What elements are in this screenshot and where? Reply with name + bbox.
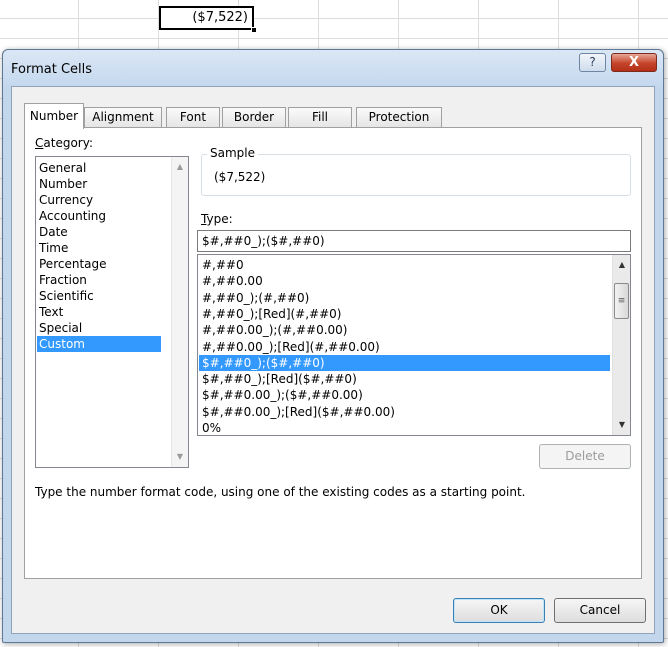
type-label-text: ype: — [206, 212, 233, 226]
format-code-item[interactable]: $#,##0.00_);[Red]($#,##0.00) — [202, 404, 395, 420]
category-list[interactable]: ▲ ▼ General Number Currency Accounting Date T… — [35, 156, 189, 468]
sample-value: ($7,522) — [214, 170, 266, 184]
close-icon: X — [628, 55, 640, 70]
category-item[interactable]: Text — [39, 304, 63, 320]
category-item[interactable]: Fraction — [39, 272, 87, 288]
tab-fill[interactable]: Fill — [288, 107, 352, 128]
ok-button[interactable]: OK — [453, 598, 545, 623]
format-code-item[interactable]: #,##0.00 — [202, 273, 263, 289]
category-item[interactable]: General — [39, 160, 86, 176]
format-cells-dialog: Format Cells ? X Number Alignment Font B… — [2, 49, 664, 643]
category-label-text: ategory: — [43, 136, 93, 150]
scroll-up-icon[interactable]: ▲ — [614, 257, 630, 273]
type-input[interactable]: $#,##0_);($#,##0) — [197, 230, 631, 252]
category-item[interactable]: Number — [39, 176, 87, 192]
format-code-item[interactable]: #,##0.00_);(#,##0.00) — [202, 322, 347, 338]
scroll-down-icon[interactable]: ▼ — [614, 417, 630, 433]
format-code-item[interactable]: #,##0 — [202, 257, 244, 273]
tab-border[interactable]: Border — [222, 107, 286, 128]
help-icon: ? — [589, 55, 596, 69]
format-code-item[interactable]: $#,##0_);($#,##0) — [199, 354, 610, 371]
dialog-title: Format Cells — [11, 62, 93, 77]
category-item[interactable]: Percentage — [39, 256, 107, 272]
format-list-scrollbar[interactable]: ▲ ≡ ▼ — [612, 255, 630, 435]
category-item[interactable]: Accounting — [39, 208, 106, 224]
number-tab-panel: Category: ▲ ▼ General Number Currency Accou… — [24, 127, 642, 579]
category-scrollbar[interactable]: ▲ ▼ — [171, 157, 188, 467]
category-item[interactable]: Special — [39, 320, 82, 336]
format-code-item[interactable]: $#,##0_);[Red]($#,##0) — [202, 371, 357, 387]
category-item[interactable]: Date — [39, 224, 68, 240]
format-code-list[interactable]: 0% $#,##0.00_);[Red]($#,##0.00) $#,##0.00_… — [197, 254, 631, 436]
category-label: Category: — [35, 136, 93, 150]
dialog-title-bar[interactable]: Format Cells ? X — [3, 50, 663, 86]
tab-protection[interactable]: Protection — [356, 107, 442, 128]
scroll-down-icon[interactable]: ▼ — [172, 449, 188, 465]
dialog-body: Number Alignment Font Border Fill Protec… — [11, 86, 655, 634]
tab-font[interactable]: Font — [166, 107, 220, 128]
category-item[interactable]: Custom — [37, 336, 161, 352]
category-item[interactable]: Currency — [39, 192, 93, 208]
sample-label: Sample — [207, 146, 258, 160]
format-code-item[interactable]: #,##0.00_);[Red](#,##0.00) — [202, 339, 380, 355]
format-code-item[interactable]: #,##0_);[Red](#,##0) — [202, 306, 341, 322]
help-button[interactable]: ? — [579, 53, 606, 72]
category-item[interactable]: Scientific — [39, 288, 94, 304]
category-item[interactable]: Time — [39, 240, 68, 256]
tab-alignment[interactable]: Alignment — [84, 107, 162, 128]
scroll-thumb[interactable]: ≡ — [614, 283, 629, 319]
help-text: Type the number format code, using one o… — [35, 485, 526, 499]
format-code-item[interactable]: #,##0_);(#,##0) — [202, 290, 309, 306]
fill-handle[interactable] — [251, 27, 257, 33]
sample-group: Sample ($7,522) — [201, 146, 631, 196]
cancel-button[interactable]: Cancel — [554, 598, 646, 623]
format-code-item[interactable]: 0% — [202, 420, 221, 435]
close-button[interactable]: X — [611, 53, 657, 72]
tab-number[interactable]: Number — [24, 103, 84, 129]
delete-button[interactable]: Delete — [539, 444, 631, 469]
active-cell[interactable]: ($7,522) — [159, 6, 254, 30]
scroll-up-icon[interactable]: ▲ — [172, 159, 188, 175]
format-code-item[interactable]: $#,##0.00_);($#,##0.00) — [202, 387, 363, 403]
type-label: Type: — [201, 212, 233, 226]
